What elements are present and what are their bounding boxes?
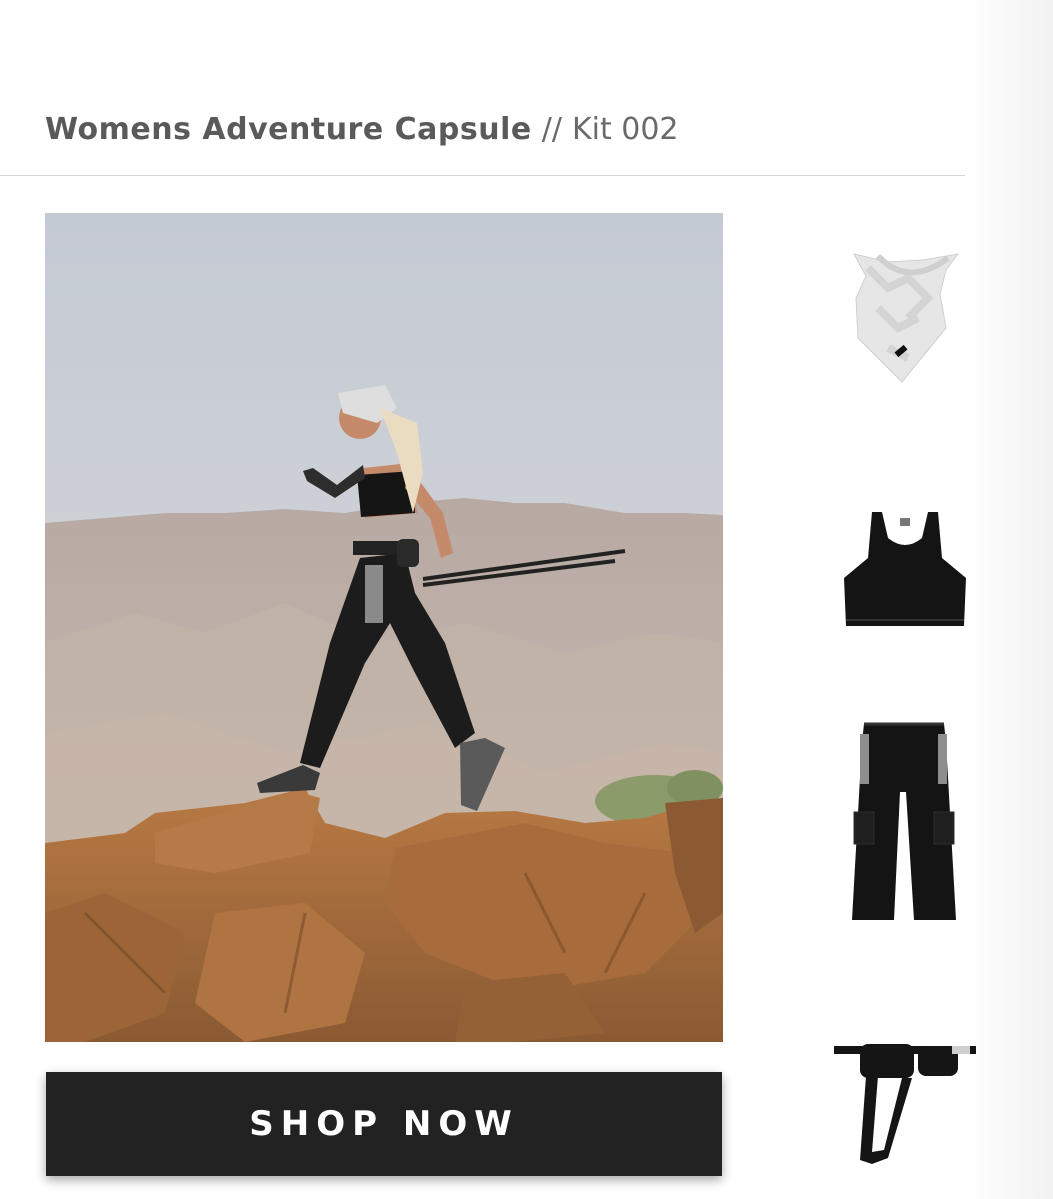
belt-bag-icon	[834, 1044, 976, 1164]
hiker-on-desert-ridge-photo	[45, 213, 723, 1042]
page-title: Womens Adventure Capsule // Kit 002	[45, 108, 679, 152]
header-divider	[0, 175, 965, 176]
product-bandana[interactable]	[848, 248, 963, 386]
page: Womens Adventure Capsule // Kit 002 SHOP N…	[0, 0, 1053, 1199]
product-cargo-pants[interactable]	[850, 722, 958, 922]
kit-label: Kit 002	[571, 112, 679, 147]
shop-now-button[interactable]: SHOP NOW	[46, 1072, 722, 1176]
bandana-icon	[853, 253, 960, 383]
title-separator: //	[541, 112, 562, 147]
product-sports-bra[interactable]	[842, 508, 968, 628]
cargo-pants-icon	[852, 722, 956, 920]
sports-bra-icon	[844, 512, 966, 626]
right-edge-shade	[963, 0, 1053, 1199]
collection-title: Womens Adventure Capsule	[45, 112, 532, 147]
product-belt-bag[interactable]	[832, 1040, 978, 1168]
hero-image[interactable]	[45, 213, 723, 1042]
